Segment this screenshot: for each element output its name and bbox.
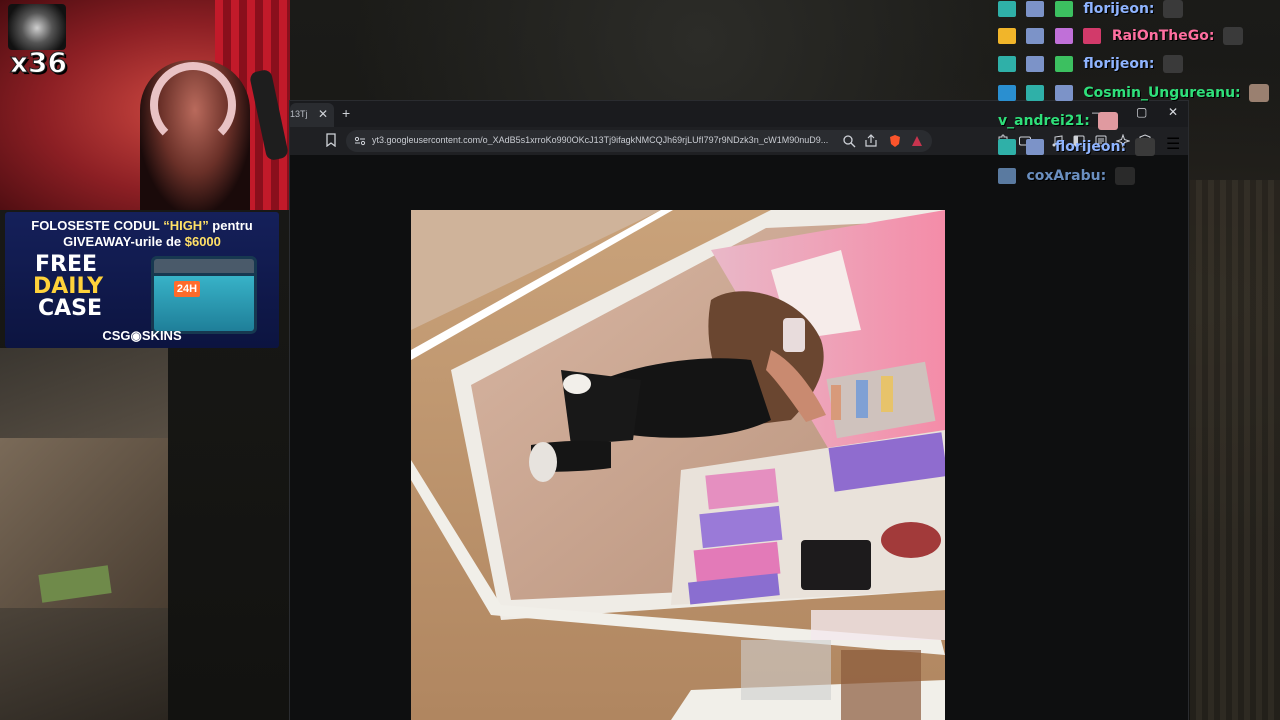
chat-message: v_andrei21: xyxy=(998,112,1119,132)
tab-close-icon[interactable]: ✕ xyxy=(318,107,328,121)
emote-icon xyxy=(1114,167,1135,185)
chat-message: coxArabu: xyxy=(998,167,1135,187)
robot-badge-icon xyxy=(1026,1,1045,17)
emote-icon xyxy=(1249,84,1270,102)
emote-icon xyxy=(1222,27,1243,45)
daily-label: DAILY xyxy=(33,274,103,299)
rewards-triangle-icon[interactable] xyxy=(910,134,924,148)
emote-icon xyxy=(1163,55,1183,73)
headphones xyxy=(150,62,236,148)
chat-overlay: florijeon: RaiOnTheGo: florijeon: Cosmin… xyxy=(998,0,1280,200)
user-avatar-icon xyxy=(1083,28,1102,44)
crate-lid xyxy=(151,256,257,276)
zoom-icon[interactable] xyxy=(842,134,856,148)
robot-badge-icon xyxy=(1054,85,1073,101)
robot-badge-icon xyxy=(998,168,1016,184)
case-crate-icon: 24H xyxy=(151,256,257,334)
gift-badge-icon xyxy=(1054,28,1073,44)
promo-line-2: GIVEAWAY-urile de $6000 xyxy=(5,234,279,249)
chat-username[interactable]: florijeon: xyxy=(1083,56,1154,72)
chat-username[interactable]: coxArabu: xyxy=(1026,168,1106,184)
url-text[interactable]: yt3.googleusercontent.com/o_XAdB5s1xrroK… xyxy=(372,135,842,145)
chat-message: florijeon: xyxy=(998,138,1155,158)
brave-shield-icon[interactable] xyxy=(888,134,902,148)
robot-badge-icon xyxy=(1026,56,1045,72)
chat-message: florijeon: xyxy=(998,0,1183,20)
bookmark-icon[interactable] xyxy=(326,133,336,147)
webcam-feed: x36 xyxy=(0,0,290,210)
chat-message: RaiOnTheGo: xyxy=(998,27,1243,47)
active-tab[interactable]: 13Tj ✕ xyxy=(290,103,334,127)
robot-badge-icon xyxy=(1026,28,1045,44)
crate-24h-badge: 24H xyxy=(174,281,200,297)
share-icon[interactable] xyxy=(864,134,878,148)
chat-username[interactable]: v_andrei21: xyxy=(998,113,1090,129)
streamer-avatar xyxy=(8,4,66,50)
chat-username[interactable]: florijeon: xyxy=(1055,139,1126,155)
giveaway-text: GIVEAWAY-urile de xyxy=(63,234,185,249)
gift-badge-icon xyxy=(1054,56,1073,72)
emote-icon xyxy=(1134,138,1155,156)
subscriber-badge-icon xyxy=(1026,85,1045,101)
promo-text-end: pentru xyxy=(208,218,253,233)
emote-icon xyxy=(1163,0,1183,18)
emote-icon xyxy=(1098,112,1119,130)
case-label: CASE xyxy=(38,296,103,321)
displayed-image xyxy=(411,210,945,720)
gift-badge-icon xyxy=(1054,1,1073,17)
free-label: FREE xyxy=(35,252,98,277)
promo-text: FOLOSESTE CODUL xyxy=(31,218,164,233)
subscriber-badge-icon xyxy=(998,56,1016,72)
subscriber-badge-icon xyxy=(998,1,1016,17)
room-background-left xyxy=(0,348,168,720)
hammer-badge-icon xyxy=(998,85,1016,101)
giveaway-amount: $6000 xyxy=(184,234,221,249)
tab-title: 13Tj xyxy=(290,109,308,119)
subscriber-badge-icon xyxy=(998,139,1016,155)
chat-username[interactable]: florijeon: xyxy=(1083,1,1154,17)
robot-badge-icon xyxy=(1026,139,1045,155)
promo-code: “HIGH” xyxy=(163,218,209,233)
chat-message: florijeon: xyxy=(998,55,1183,75)
page-viewport xyxy=(290,155,1188,720)
address-bar[interactable]: yt3.googleusercontent.com/o_XAdB5s1xrroK… xyxy=(346,130,932,152)
sponsor-logo: CSG◉SKINS xyxy=(102,328,182,343)
crown-badge-icon xyxy=(998,28,1016,44)
room-background-right xyxy=(1190,180,1280,720)
chat-message: Cosmin_Ungureanu: xyxy=(998,84,1270,104)
chat-username[interactable]: RaiOnTheGo: xyxy=(1112,28,1215,44)
promo-line-1: FOLOSESTE CODUL “HIGH” pentru xyxy=(5,218,279,233)
chat-username[interactable]: Cosmin_Ungureanu: xyxy=(1083,85,1240,101)
sponsor-banner: FOLOSESTE CODUL “HIGH” pentru GIVEAWAY-u… xyxy=(5,212,279,348)
site-settings-icon[interactable] xyxy=(354,135,366,147)
new-tab-button[interactable]: + xyxy=(342,105,350,121)
mirror-selfie-photo xyxy=(411,210,945,720)
multiplier-label: x36 xyxy=(9,46,68,80)
